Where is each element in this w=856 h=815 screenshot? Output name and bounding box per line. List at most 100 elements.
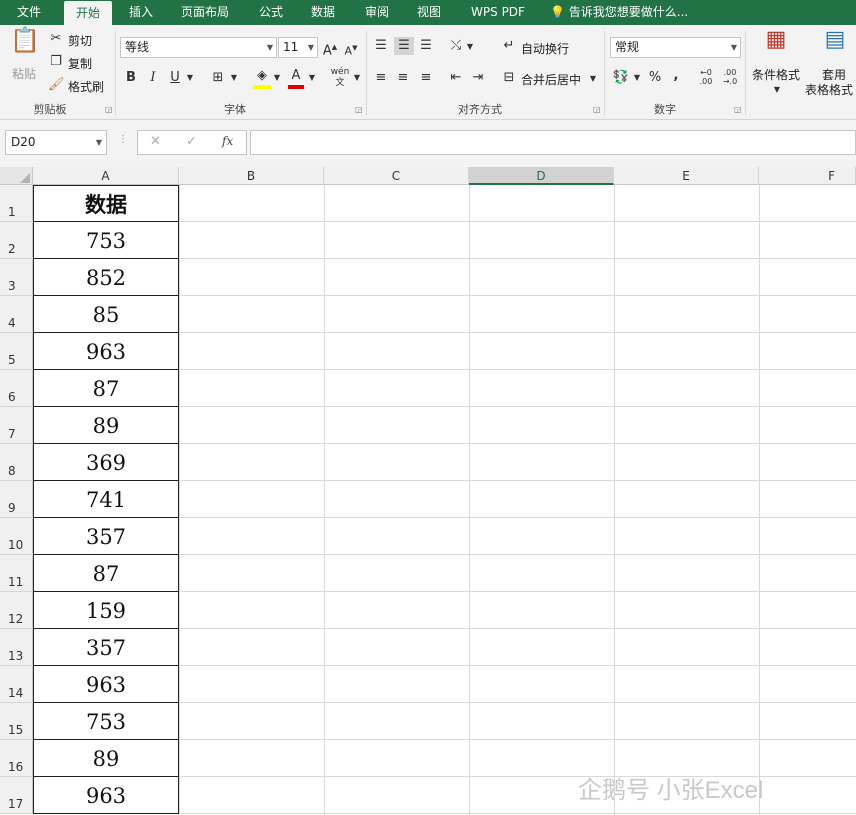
chevron-down-icon[interactable]: ▼ [632,69,642,87]
tab-insert[interactable]: 插入 [118,0,164,25]
grow-font-icon[interactable]: A▲ [322,38,338,60]
row-header-4[interactable]: 4 [0,296,33,333]
cell-a4[interactable]: 85 [33,296,179,333]
shrink-font-icon[interactable]: A▼ [343,39,359,61]
format-painter-button[interactable]: 格式刷 [68,78,104,95]
row-header-8[interactable]: 8 [0,444,33,481]
chevron-down-icon[interactable]: ▼ [185,69,195,87]
cell-a17[interactable]: 963 [33,777,179,814]
column-header-f[interactable]: F [759,167,856,185]
font-size-select[interactable]: 11 ▼ [278,37,318,58]
alignment-launcher-icon[interactable]: ◲ [593,105,601,114]
chevron-down-icon[interactable]: ▼ [588,70,598,88]
row-header-5[interactable]: 5 [0,333,33,370]
clipboard-launcher-icon[interactable]: ◲ [105,105,113,114]
cell-a16[interactable]: 89 [33,740,179,777]
formula-input[interactable] [250,130,856,155]
cut-button[interactable]: 剪切 [68,32,92,49]
number-launcher-icon[interactable]: ◲ [734,105,742,114]
tab-review[interactable]: 审阅 [354,0,400,25]
cell-a3[interactable]: 852 [33,259,179,296]
column-header-a[interactable]: A [33,167,179,185]
tab-wps-pdf[interactable]: WPS PDF [462,0,534,25]
increase-indent-icon[interactable]: ⇥ [469,69,487,87]
row-header-17[interactable]: 17 [0,777,33,814]
row-header-16[interactable]: 16 [0,740,33,777]
chevron-down-icon[interactable]: ▼ [465,38,475,56]
phonetic-guide-icon[interactable]: wén 文 [330,67,350,89]
orientation-icon[interactable]: ⤯ [447,37,465,55]
align-middle-icon[interactable]: ☰ [394,37,414,55]
column-header-d[interactable]: D [469,167,614,185]
column-header-b[interactable]: B [179,167,324,185]
enter-button[interactable]: ✓ [186,134,197,149]
cell-a9[interactable]: 741 [33,481,179,518]
underline-button[interactable]: U [168,69,182,87]
tab-formulas[interactable]: 公式 [248,0,294,25]
copy-button[interactable]: 复制 [68,55,92,72]
align-bottom-icon[interactable]: ☰ [417,37,435,55]
italic-button[interactable]: I [146,69,160,87]
borders-icon[interactable]: ⊞ [209,69,227,87]
chevron-down-icon[interactable]: ▼ [272,69,282,87]
tell-me-search[interactable]: 💡 告诉我您想要做什么... [550,0,688,25]
row-header-9[interactable]: 9 [0,481,33,518]
wrap-text-button[interactable]: 自动换行 [521,40,569,57]
font-launcher-icon[interactable]: ◲ [355,105,363,114]
bold-button[interactable]: B [124,69,138,87]
tab-view[interactable]: 视图 [406,0,452,25]
cell-a5[interactable]: 963 [33,333,179,370]
chevron-down-icon[interactable]: ▼ [352,69,362,87]
paste-icon[interactable]: 📋 [10,28,40,61]
chevron-down-icon[interactable]: ▼ [229,69,239,87]
column-header-e[interactable]: E [614,167,759,185]
column-header-c[interactable]: C [324,167,469,185]
font-name-select[interactable]: 等线 ▼ [120,37,277,58]
fill-color-icon[interactable]: ◈ [253,67,271,89]
comma-button[interactable]: , [670,67,682,85]
worksheet-grid[interactable]: A B C D E F 1 数据 2 753 3 852 4 85 5 963 6 87 7 89 8 369… [0,167,856,815]
row-header-6[interactable]: 6 [0,370,33,407]
insert-function-button[interactable]: fx [222,134,233,148]
row-header-7[interactable]: 7 [0,407,33,444]
merge-center-button[interactable]: 合并后居中 [521,71,581,88]
tab-home[interactable]: 开始 [64,1,112,25]
chevron-down-icon[interactable]: ▼ [772,81,782,99]
cell-a13[interactable]: 357 [33,629,179,666]
cell-a15[interactable]: 753 [33,703,179,740]
row-header-15[interactable]: 15 [0,703,33,740]
cell-a12[interactable]: 159 [33,592,179,629]
row-header-13[interactable]: 13 [0,629,33,666]
paste-button[interactable]: 粘贴 [12,65,36,82]
format-as-table-line2[interactable]: 表格格式 [805,81,853,98]
cell-a14[interactable]: 963 [33,666,179,703]
align-center-icon[interactable]: ≡ [394,69,412,87]
tab-data[interactable]: 数据 [300,0,346,25]
align-left-icon[interactable]: ≡ [372,69,390,87]
cell-a8[interactable]: 369 [33,444,179,481]
row-header-3[interactable]: 3 [0,259,33,296]
cell-a11[interactable]: 87 [33,555,179,592]
cell-a10[interactable]: 357 [33,518,179,555]
chevron-down-icon[interactable]: ▼ [307,69,317,87]
font-color-icon[interactable]: A [288,67,304,89]
row-header-2[interactable]: 2 [0,222,33,259]
row-header-10[interactable]: 10 [0,518,33,555]
tab-file[interactable]: 文件 [6,0,52,25]
cell-a6[interactable]: 87 [33,370,179,407]
percent-button[interactable]: % [647,69,663,87]
cell-a2[interactable]: 753 [33,222,179,259]
name-box[interactable]: D20 ▼ [5,130,107,155]
row-header-11[interactable]: 11 [0,555,33,592]
row-header-14[interactable]: 14 [0,666,33,703]
align-top-icon[interactable]: ☰ [372,37,390,55]
cell-a7[interactable]: 89 [33,407,179,444]
cell-a1[interactable]: 数据 [33,185,179,222]
currency-format-icon[interactable]: 💱 [612,69,630,87]
cancel-button[interactable]: ✕ [150,134,161,149]
decrease-indent-icon[interactable]: ⇤ [447,69,465,87]
decrease-decimal-icon[interactable]: .00 →.0 [720,68,740,86]
increase-decimal-icon[interactable]: ←0.00 [696,68,716,86]
align-right-icon[interactable]: ≡ [417,69,435,87]
select-all-button[interactable] [0,167,33,185]
